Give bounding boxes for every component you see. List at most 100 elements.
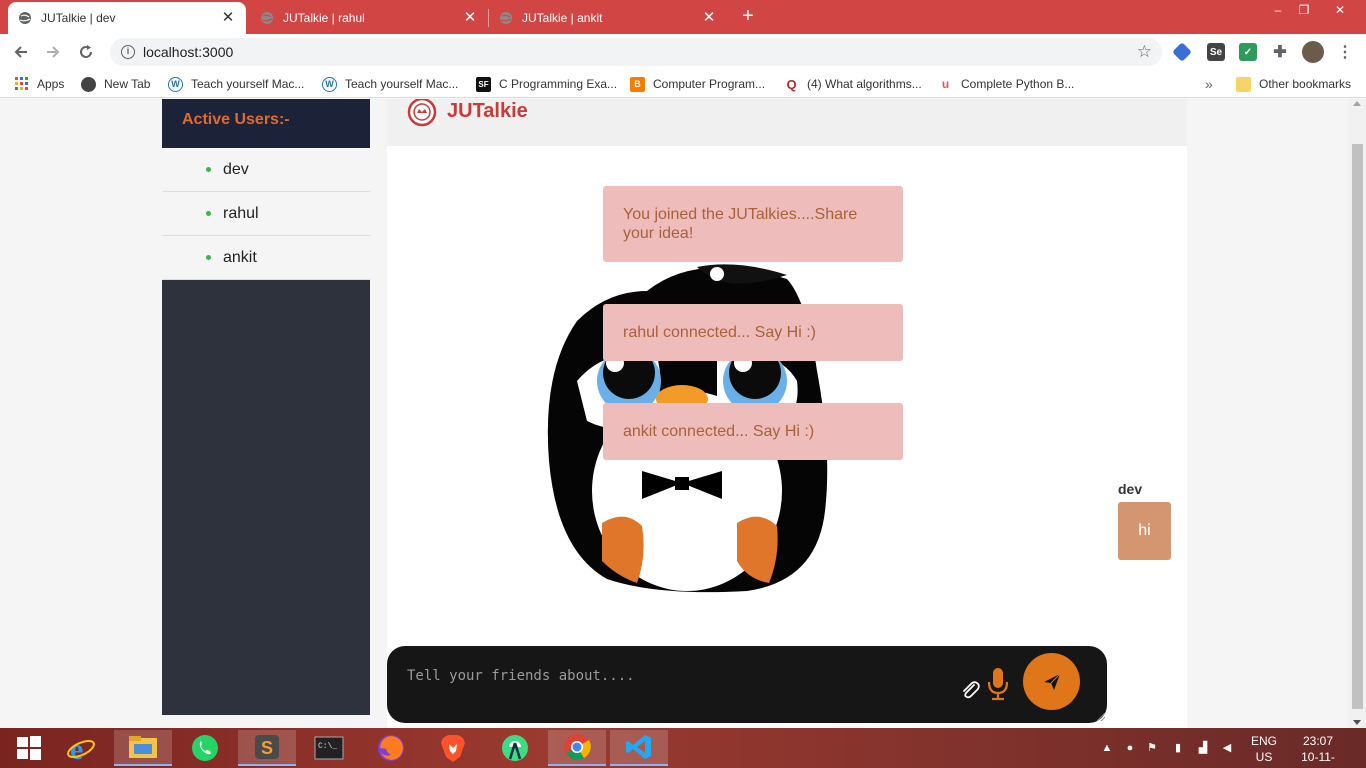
user-name: rahul [223, 204, 259, 222]
sublime-text-app[interactable]: S [238, 730, 296, 766]
system-message: You joined the JUTalkies....Share your i… [603, 186, 903, 262]
bookmark-teach-yourself-1[interactable]: W Teach yourself Mac... [168, 76, 304, 92]
send-button[interactable] [1023, 653, 1080, 710]
reload-icon [80, 45, 92, 58]
tab-jutalkie-ankit[interactable]: JUTalkie | ankit ✕ [489, 2, 727, 34]
bookmark-c-programming[interactable]: SF C Programming Exa... [476, 76, 617, 92]
droplet-icon[interactable]: ● [1123, 741, 1137, 755]
user-item-ankit[interactable]: ankit [162, 236, 370, 280]
info-icon[interactable]: i [121, 45, 135, 59]
extension-diamond-icon[interactable] [1172, 42, 1192, 62]
chrome-app[interactable] [548, 730, 606, 766]
selenium-extension-icon[interactable]: Se [1207, 43, 1225, 61]
close-icon[interactable]: ✕ [462, 10, 478, 26]
bookmark-label: Computer Program... [653, 77, 766, 91]
file-explorer-app[interactable] [114, 730, 172, 766]
network-flag-icon[interactable]: ⚑ [1145, 741, 1159, 755]
paperclip-icon[interactable] [959, 679, 981, 701]
input-language[interactable]: ENG US [1251, 733, 1277, 765]
scroll-up-arrow-icon[interactable] [1353, 101, 1361, 106]
whatsapp-app[interactable] [176, 730, 234, 766]
online-dot-icon [206, 211, 211, 216]
quora-icon: Q [784, 76, 799, 92]
profile-avatar[interactable] [1302, 41, 1324, 63]
clock-time: 23:07 [1302, 734, 1334, 748]
globe-icon [19, 12, 31, 24]
vscode-icon [626, 735, 651, 759]
my-message: dev hi [1118, 481, 1171, 560]
menu-kebab-icon[interactable]: ⋮ [1336, 43, 1354, 61]
tab-jutalkie-dev[interactable]: JUTalkie | dev ✕ [8, 2, 246, 34]
bookmark-label: (4) What algorithms... [807, 77, 922, 91]
globe-icon [261, 12, 273, 24]
user-name: ankit [223, 248, 257, 266]
region-code: US [1255, 750, 1273, 764]
chat-header: JUTalkie [387, 99, 1187, 146]
taskbar-clock[interactable]: 23:07 10-11-2020 [1288, 733, 1348, 768]
app-title: JUTalkie [447, 100, 528, 122]
page-viewport: Active Users:- dev rahul ankit JUTalkie [0, 99, 1366, 728]
firefox-app[interactable] [362, 730, 420, 766]
terminal-app[interactable]: C:\_ [300, 730, 358, 766]
page-scrollbar[interactable] [1349, 99, 1366, 728]
reload-button[interactable] [74, 40, 98, 64]
forward-button[interactable] [41, 40, 65, 64]
bookmark-apps[interactable]: Apps [14, 76, 64, 92]
clock-date: 10-11-2020 [1301, 750, 1335, 768]
bookmark-what-algorithms[interactable]: Q (4) What algorithms... [784, 76, 922, 92]
close-icon[interactable]: ✕ [701, 10, 717, 26]
brave-app[interactable] [424, 730, 482, 766]
browser-toolbar: i localhost:3000 ☆ Se ✓ ✚ ⋮ [0, 34, 1366, 70]
user-item-rahul[interactable]: rahul [162, 192, 370, 236]
user-name: dev [223, 160, 249, 178]
close-window-button[interactable]: ✕ [1320, 0, 1360, 20]
user-item-dev[interactable]: dev [162, 148, 370, 192]
tab-title: JUTalkie | dev [41, 11, 116, 25]
scroll-down-arrow-icon[interactable] [1353, 720, 1361, 725]
address-bar[interactable]: i localhost:3000 ☆ [110, 38, 1162, 66]
extension-inbox-icon[interactable]: ✓ [1239, 43, 1257, 61]
bookmark-complete-python[interactable]: u Complete Python B... [938, 76, 1074, 92]
sublime-text-icon: S [255, 735, 279, 759]
maximize-button[interactable]: ❐ [1284, 0, 1324, 20]
vscode-app[interactable] [610, 730, 668, 766]
tab-jutalkie-rahul[interactable]: JUTalkie | rahul ✕ [250, 2, 488, 34]
bookmark-new-tab[interactable]: New Tab [81, 76, 150, 92]
bookmarks-overflow-button[interactable]: » [1205, 76, 1213, 92]
battery-icon[interactable]: ▮ [1171, 741, 1185, 755]
url-text[interactable]: localhost:3000 [143, 44, 233, 60]
bookmark-teach-yourself-2[interactable]: W Teach yourself Mac... [322, 76, 458, 92]
bookmark-star-icon[interactable]: ☆ [1137, 42, 1152, 62]
message-input[interactable] [407, 666, 947, 686]
svg-text:S: S [261, 738, 273, 758]
tray-overflow-chevron-icon[interactable]: ▲ [1100, 741, 1114, 755]
start-button[interactable] [0, 730, 58, 766]
resize-grip-icon[interactable] [1097, 713, 1105, 721]
close-icon[interactable]: ✕ [220, 10, 236, 26]
new-tab-button[interactable]: + [738, 6, 758, 26]
bookmark-computer-program[interactable]: B Computer Program... [630, 76, 765, 92]
internet-explorer-app[interactable]: e [52, 730, 110, 766]
language-code: ENG [1251, 734, 1278, 748]
back-button[interactable] [9, 40, 33, 64]
other-bookmarks[interactable]: Other bookmarks [1236, 76, 1351, 92]
extensions-puzzle-icon[interactable]: ✚ [1271, 43, 1289, 61]
whatsapp-icon [192, 735, 218, 761]
message-bubble: hi [1118, 502, 1171, 560]
microphone-icon[interactable] [985, 666, 1011, 702]
bookmark-label: Apps [37, 77, 65, 91]
browser-tab-strip: JUTalkie | dev ✕ JUTalkie | rahul ✕ JUTa… [0, 0, 1366, 34]
wifi-signal-icon[interactable]: ▟ [1196, 741, 1210, 755]
chat-panel: JUTalkie You joined the JUTalkies....Sha… [387, 99, 1187, 728]
firefox-icon [378, 735, 404, 761]
apps-grid-icon [14, 77, 29, 92]
android-studio-app[interactable] [486, 730, 544, 766]
blogger-icon: B [630, 76, 645, 92]
scrollbar-thumb[interactable] [1352, 144, 1363, 709]
send-paper-plane-icon [1043, 673, 1060, 690]
wordpress-icon: W [322, 76, 337, 92]
file-explorer-icon [129, 736, 157, 758]
android-studio-icon [502, 735, 528, 761]
volume-icon[interactable]: ◀ [1220, 741, 1234, 755]
message-composer [387, 646, 1107, 723]
